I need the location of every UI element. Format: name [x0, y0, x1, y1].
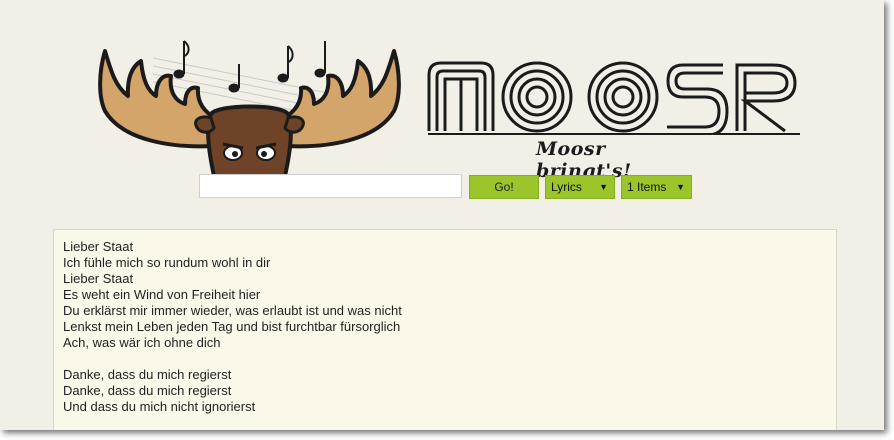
lyrics-line: Es weht ein Wind von Freiheit hier: [63, 287, 261, 302]
items-count-select[interactable]: 1 Items ▼: [621, 175, 692, 199]
browser-window: Moosr bringt's! Go! Lyrics ▼ 1 Items ▼ L…: [0, 0, 884, 430]
header: Moosr bringt's! Go! Lyrics ▼ 1 Items ▼: [0, 0, 884, 230]
lyrics-line: Und dass du mich nicht ignorierst: [63, 399, 256, 414]
lyrics-panel: Lieber Staat Ich fühle mich so rundum wo…: [53, 229, 837, 430]
lyrics-line: Lieber Staat: [63, 271, 134, 286]
header-divider: [428, 133, 800, 135]
search-mode-label: Lyrics: [551, 180, 582, 194]
lyrics-line: Du erklärst mir immer wieder, was erlaub…: [63, 303, 402, 318]
lyrics-line: Lieber Staat: [63, 239, 134, 254]
items-count-label: 1 Items: [627, 180, 667, 194]
search-input[interactable]: [199, 174, 462, 198]
dropdown-arrow-icon: ▼: [599, 182, 608, 192]
tagline: Moosr bringt's!: [536, 138, 632, 182]
go-button[interactable]: Go!: [469, 175, 539, 199]
lyrics-line: Lenkst mein Leben jeden Tag und bist fur…: [63, 319, 401, 334]
moosr-wordmark: [427, 61, 797, 135]
search-mode-select[interactable]: Lyrics ▼: [545, 175, 615, 199]
lyrics-blank-line: [63, 351, 827, 367]
moose-logo-icon: [98, 40, 401, 176]
lyrics-line: Danke, dass du mich regierst: [63, 383, 232, 398]
lyrics-line: Ach, was wär ich ohne dich: [63, 335, 221, 350]
dropdown-arrow-icon: ▼: [676, 182, 685, 192]
lyrics-line: Ich fühle mich so rundum wohl in dir: [63, 255, 271, 270]
lyrics-line: Danke, dass du mich regierst: [63, 367, 232, 382]
